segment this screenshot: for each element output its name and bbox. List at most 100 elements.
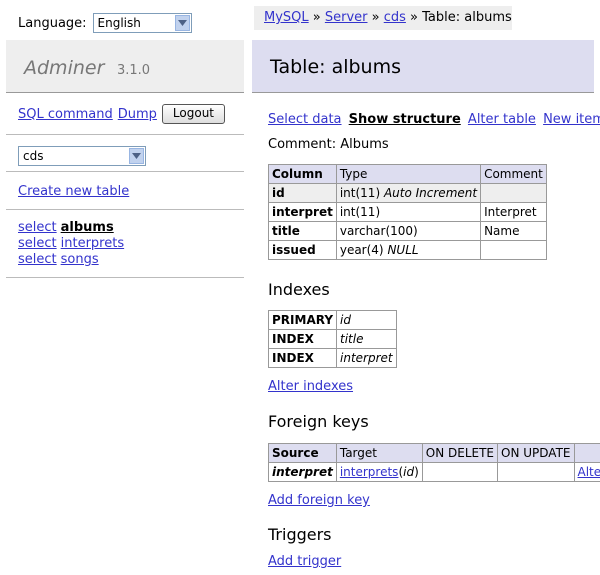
breadcrumb: MySQL » Server » cds » Table: albums xyxy=(254,6,512,30)
indexes-heading: Indexes xyxy=(268,280,330,299)
show-structure-link[interactable]: Show structure xyxy=(349,112,461,127)
column-comment: Interpret xyxy=(480,202,547,222)
database-select-value: cds xyxy=(23,149,44,163)
app-header: Adminer 3.1.0 xyxy=(6,40,244,93)
select-link[interactable]: select xyxy=(18,220,57,235)
comment-label: Comment: xyxy=(268,137,337,152)
list-item: select interprets xyxy=(18,236,124,252)
sidebar-divider xyxy=(6,171,244,172)
table-row: title varchar(100) Name xyxy=(268,221,547,241)
sql-command-link[interactable]: SQL command xyxy=(18,107,113,122)
app-name[interactable]: Adminer xyxy=(24,57,104,79)
table-link-interprets[interactable]: interprets xyxy=(61,236,124,251)
column-extra: NULL xyxy=(387,243,419,257)
column-extra: Auto Increment xyxy=(383,186,478,200)
sidebar-divider xyxy=(6,277,244,278)
column-name: interpret xyxy=(268,202,337,222)
table-link-songs[interactable]: songs xyxy=(61,252,99,267)
column-comment xyxy=(480,183,547,203)
foreign-keys-table: Source Target ON DELETE ON UPDATE interp… xyxy=(268,443,600,482)
sidebar-links: SQL command Dump Logout xyxy=(18,104,226,124)
triggers-heading: Triggers xyxy=(268,525,332,544)
content-header: Table: albums xyxy=(252,40,594,93)
sidebar-divider xyxy=(6,134,244,135)
fk-on-delete xyxy=(421,462,499,482)
column-header: Column xyxy=(268,164,337,184)
language-select[interactable]: English xyxy=(92,13,192,33)
chevron-down-icon[interactable] xyxy=(129,148,144,164)
alter-indexes-link[interactable]: Alter indexes xyxy=(268,379,353,394)
fk-target: interprets(id) xyxy=(335,462,423,482)
columns-table: Column Type Comment id int(11) Auto Incr… xyxy=(268,164,547,260)
column-header: Source xyxy=(268,443,337,463)
index-type: INDEX xyxy=(267,329,338,349)
table-row: interpret int(11) Interpret xyxy=(268,202,547,222)
page-title: Table: albums xyxy=(270,56,402,78)
column-type: int(11) xyxy=(335,202,482,222)
alter-foreign-key-link[interactable]: Alter xyxy=(578,465,600,479)
column-comment xyxy=(480,240,547,260)
logout-button[interactable]: Logout xyxy=(161,104,226,124)
create-table-link[interactable]: Create new table xyxy=(18,184,129,199)
column-header: ON UPDATE xyxy=(497,443,575,463)
fk-alter-cell: Alter xyxy=(573,462,600,482)
breadcrumb-separator: » xyxy=(308,10,325,25)
table-actions: Select data Show structure Alter table N… xyxy=(268,112,600,127)
column-header: Comment xyxy=(480,164,547,184)
add-trigger-link[interactable]: Add trigger xyxy=(268,554,341,569)
breadcrumb-separator: » xyxy=(367,10,384,25)
add-foreign-key-link[interactable]: Add foreign key xyxy=(268,493,370,508)
column-header: ON DELETE xyxy=(421,443,499,463)
new-item-link[interactable]: New item xyxy=(543,112,600,127)
alter-table-link[interactable]: Alter table xyxy=(468,112,536,127)
table-header-row: Column Type Comment xyxy=(268,164,547,184)
index-column: id xyxy=(336,310,397,330)
app-version: 3.1.0 xyxy=(117,63,151,78)
column-type: int(11) Auto Increment xyxy=(335,183,482,203)
index-type: INDEX xyxy=(267,348,338,368)
table-row: INDEX title xyxy=(267,329,397,349)
column-name: issued xyxy=(268,240,337,260)
chevron-down-icon[interactable] xyxy=(174,15,190,31)
index-column: title xyxy=(336,329,397,349)
table-row: issued year(4) NULL xyxy=(268,240,547,260)
list-item: select albums xyxy=(18,220,124,236)
tables-list: select albums select interprets select song… xyxy=(18,220,124,268)
column-comment: Name xyxy=(480,221,547,241)
foreign-keys-heading: Foreign keys xyxy=(268,412,369,431)
column-name: title xyxy=(268,221,337,241)
breadcrumb-current: Table: albums xyxy=(422,10,512,25)
select-data-link[interactable]: Select data xyxy=(268,112,342,127)
table-row: id int(11) Auto Increment xyxy=(268,183,547,203)
breadcrumb-database[interactable]: cds xyxy=(384,10,406,25)
database-select[interactable]: cds xyxy=(18,146,146,166)
column-type: varchar(100) xyxy=(335,221,482,241)
select-link[interactable]: select xyxy=(18,236,57,251)
select-link[interactable]: select xyxy=(18,252,57,267)
table-link-albums[interactable]: albums xyxy=(61,220,114,235)
breadcrumb-server[interactable]: Server xyxy=(325,10,368,25)
fk-target-link[interactable]: interprets xyxy=(340,465,399,479)
table-row: interpret interprets(id) Alter xyxy=(268,462,600,482)
comment-value: Albums xyxy=(340,137,389,152)
table-row: INDEX interpret xyxy=(267,348,397,368)
column-name: id xyxy=(268,183,337,203)
index-column: interpret xyxy=(336,348,397,368)
fk-on-update xyxy=(497,462,575,482)
fk-source: interpret xyxy=(268,462,337,482)
breadcrumb-mysql[interactable]: MySQL xyxy=(264,10,309,25)
language-select-value: English xyxy=(97,16,141,30)
column-header xyxy=(573,443,600,463)
column-type: year(4) NULL xyxy=(335,240,482,260)
column-header: Type xyxy=(335,164,482,184)
list-item: select songs xyxy=(18,252,124,268)
breadcrumb-separator: » xyxy=(405,10,423,25)
column-header: Target xyxy=(335,443,423,463)
table-row: PRIMARY id xyxy=(267,310,397,330)
language-label: Language: xyxy=(18,15,87,31)
dump-link[interactable]: Dump xyxy=(118,107,157,122)
table-comment: Comment: Albums xyxy=(268,137,389,152)
indexes-table: PRIMARY id INDEX title INDEX interpret xyxy=(267,310,397,368)
table-header-row: Source Target ON DELETE ON UPDATE xyxy=(268,443,600,463)
sidebar-divider xyxy=(6,209,244,210)
